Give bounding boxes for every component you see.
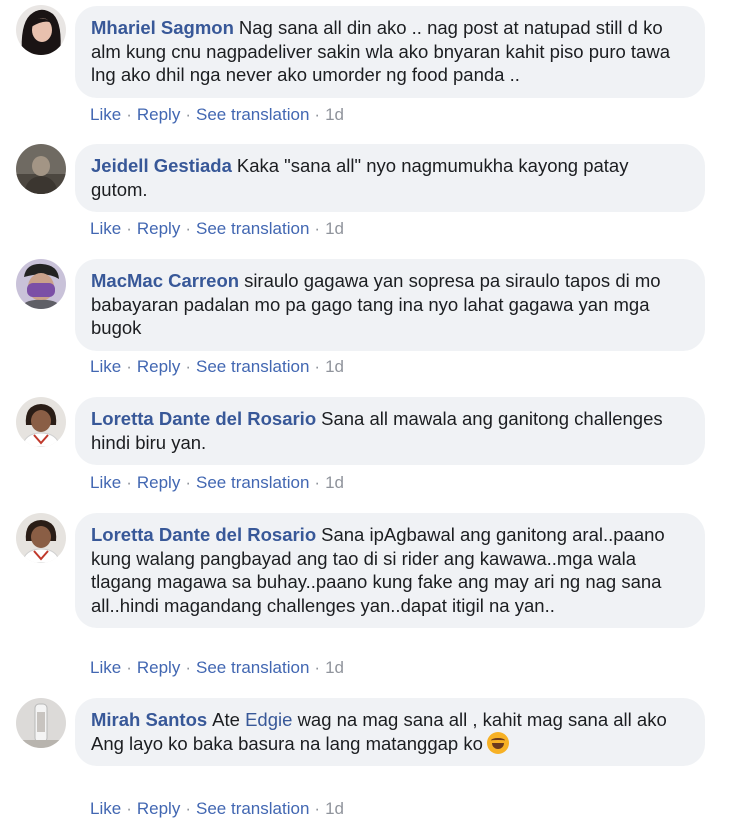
like-button[interactable]: Like [90,473,121,492]
like-button[interactable]: Like [90,357,121,376]
comment-timestamp[interactable]: 1d [325,799,344,818]
comment-bubble: Jeidell Gestiada Kaka "sana all" nyo nagm… [75,144,705,212]
see-translation-link[interactable]: See translation [196,105,309,124]
like-button[interactable]: Like [90,799,121,818]
reply-button[interactable]: Reply [137,219,180,238]
like-button[interactable]: Like [90,658,121,677]
avatar[interactable] [16,5,66,55]
comment-actions: Like · Reply · See translation · 1d [90,219,344,238]
comment-text-after-mention: wag na mag sana all , kahit mag sana all… [297,709,667,730]
comment-actions: Like · Reply · See translation · 1d [90,473,344,492]
comment-text-before-mention: Ate [212,709,240,730]
comment-author[interactable]: MacMac Carreon [91,270,239,291]
comment-actions: Like · Reply · See translation · 1d [90,357,344,376]
comment-actions: Like · Reply · See translation · 1d [90,105,344,124]
reply-button[interactable]: Reply [137,105,180,124]
see-translation-link[interactable]: See translation [196,658,309,677]
avatar[interactable] [16,397,66,447]
comment-timestamp[interactable]: 1d [325,357,344,376]
comment-timestamp[interactable]: 1d [325,473,344,492]
reply-button[interactable]: Reply [137,658,180,677]
see-translation-link[interactable]: See translation [196,473,309,492]
comment-author[interactable]: Mhariel Sagmon [91,17,234,38]
comment-author[interactable]: Loretta Dante del Rosario [91,524,316,545]
comment-bubble: Mhariel Sagmon Nag sana all din ako .. na… [75,6,705,98]
comment-bubble: Mirah Santos Ate Edgie wag na mag sana al… [75,698,705,766]
reply-button[interactable]: Reply [137,357,180,376]
mention-link[interactable]: Edgie [245,709,292,730]
avatar[interactable] [16,513,66,563]
avatar[interactable] [16,144,66,194]
comment-bubble: Loretta Dante del Rosario Sana ipAgbawal … [75,513,705,628]
comment-timestamp[interactable]: 1d [325,105,344,124]
see-translation-link[interactable]: See translation [196,219,309,238]
avatar[interactable] [16,698,66,748]
see-translation-link[interactable]: See translation [196,357,309,376]
comment-author[interactable]: Loretta Dante del Rosario [91,408,316,429]
see-translation-link[interactable]: See translation [196,799,309,818]
comment-bubble: Loretta Dante del Rosario Sana all mawala… [75,397,705,465]
comment-author[interactable]: Mirah Santos [91,709,207,730]
comment-bubble: MacMac Carreon siraulo gagawa yan sopresa… [75,259,705,351]
like-button[interactable]: Like [90,105,121,124]
comment-author[interactable]: Jeidell Gestiada [91,155,232,176]
comment-actions: Like · Reply · See translation · 1d [90,799,344,818]
avatar[interactable] [16,259,66,309]
comment-timestamp[interactable]: 1d [325,658,344,677]
reply-button[interactable]: Reply [137,473,180,492]
reply-button[interactable]: Reply [137,799,180,818]
comment-actions: Like · Reply · See translation · 1d [90,658,344,677]
comment-timestamp[interactable]: 1d [325,219,344,238]
like-button[interactable]: Like [90,219,121,238]
comment-text-line2: Ang layo ko baka basura na lang matangga… [91,732,483,754]
rolling-on-floor-laughing-icon [486,731,509,754]
